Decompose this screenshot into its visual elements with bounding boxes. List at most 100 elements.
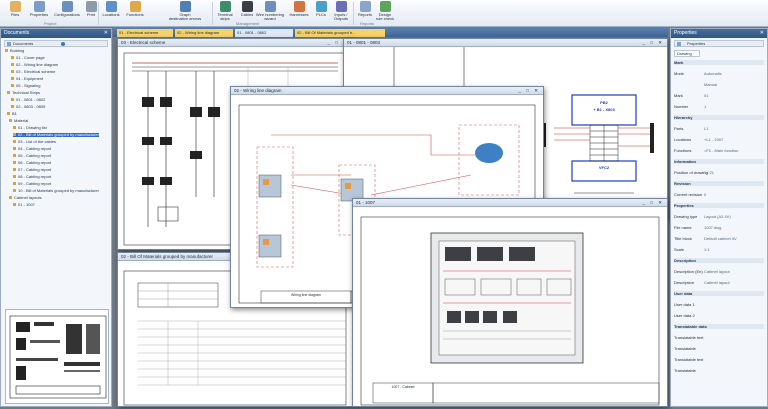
- property-row[interactable]: Drawing type Layout (A3 4V): [674, 214, 764, 219]
- design-rule-check-button[interactable]: Design rule check: [372, 1, 398, 21]
- property-value: 0: [704, 192, 707, 197]
- tab-wiring-line-diagram[interactable]: 02 - Wiring line diagram: [175, 29, 233, 37]
- property-row[interactable]: User data 1: [674, 302, 764, 307]
- window-controls[interactable]: _ □ ✕: [519, 87, 541, 94]
- property-row[interactable]: Functions =F1 - Main function: [674, 148, 764, 153]
- tree-item[interactable]: 02 - Bill of Materials grouped by manufa…: [13, 133, 99, 137]
- property-row[interactable]: Mark: [674, 60, 764, 65]
- check-icon: [379, 1, 391, 12]
- property-row[interactable]: Mode Automatic: [674, 71, 764, 76]
- property-row[interactable]: Title block Default cabinet 4V: [674, 236, 764, 241]
- home-icon[interactable]: [61, 42, 65, 46]
- cabinet-layout-window[interactable]: 01 - 1007 _ □ ✕ 1007 - Cabinet: [352, 198, 668, 407]
- property-row[interactable]: Translatable text: [674, 357, 764, 362]
- tree-item[interactable]: 02 - Wiring line diagram: [11, 63, 58, 67]
- property-row[interactable]: Position of drawing1 / 21: [674, 170, 764, 175]
- property-row[interactable]: Scale 1:1: [674, 247, 764, 252]
- inputs-outputs-button[interactable]: Inputs / Outputs: [328, 1, 354, 21]
- tree-item[interactable]: 08 - Cabling report: [13, 175, 51, 179]
- tree-item[interactable]: 01 - 1007: [13, 203, 35, 207]
- tree-item[interactable]: Technical Strips: [7, 91, 40, 95]
- tree-item[interactable]: 01 - 0801 - 0802: [11, 98, 45, 102]
- property-row[interactable]: Manual: [674, 82, 764, 87]
- property-key: Revision: [674, 181, 691, 186]
- locations-button[interactable]: Locations: [98, 1, 124, 17]
- tree-item[interactable]: 01 - Cover page: [11, 56, 45, 60]
- functions-button[interactable]: Functions: [122, 1, 148, 17]
- property-key: Translatable: [674, 368, 696, 373]
- properties-grid: Mark Mode Automatic Manual Mark 01 Number 1 Hier…: [671, 60, 767, 400]
- tab-terminal-strip[interactable]: 01 - 0801 - 0802: [235, 29, 293, 37]
- properties-icon: [33, 1, 45, 12]
- property-row[interactable]: Mark 01: [674, 93, 764, 98]
- property-row[interactable]: Translatable data: [674, 324, 764, 329]
- configurations-button[interactable]: Configurations: [54, 1, 80, 17]
- terminal-strip-icon: [219, 1, 231, 12]
- property-key: User data 1: [674, 302, 695, 307]
- tab-drawing[interactable]: Drawing: [674, 50, 700, 57]
- property-row[interactable]: Properties: [674, 203, 764, 208]
- property-row[interactable]: Locations +L1 - 1007: [674, 137, 764, 142]
- property-value: L1: [704, 126, 709, 131]
- property-key: User data: [674, 291, 693, 296]
- tab-bill-of-materials[interactable]: 02 - Bill Of Materials grouped b...: [295, 29, 385, 37]
- tree-item[interactable]: 07 - Cabling report: [13, 168, 51, 172]
- property-row[interactable]: Parts L1: [674, 126, 764, 131]
- property-row[interactable]: Information: [674, 159, 764, 164]
- property-row[interactable]: Translatable: [674, 368, 764, 373]
- close-icon[interactable]: ✕: [104, 29, 108, 38]
- documents-panel: Documents ✕ Documents Building 01 - Cover …: [0, 28, 112, 407]
- window-controls[interactable]: _ □ ✕: [643, 39, 665, 46]
- property-key: Properties: [674, 203, 694, 208]
- properties-panel: Properties ✕ Properties Drawing Mark Mode A…: [670, 28, 768, 407]
- property-row[interactable]: Revision: [674, 181, 764, 186]
- property-row[interactable]: User data: [674, 291, 764, 296]
- property-row[interactable]: Description (En)Cabinet layout: [674, 269, 764, 274]
- wire-numbering-wizard-button[interactable]: Wire numbering wizard: [252, 1, 288, 21]
- back-icon[interactable]: [7, 42, 11, 46]
- tree-item[interactable]: 05 - Signaling: [11, 84, 40, 88]
- document-tab-bar: 01 - Electrical scheme 02 - Wiring line …: [113, 28, 668, 37]
- property-key: File name: [674, 225, 692, 230]
- tree-item[interactable]: Material: [9, 119, 28, 123]
- tree-item[interactable]: 06 - Cabling report: [13, 161, 51, 165]
- property-key: User data 2: [674, 313, 695, 318]
- property-row[interactable]: Number 1: [674, 104, 764, 109]
- tree-item[interactable]: Building: [5, 49, 24, 53]
- sort-icon[interactable]: [677, 42, 681, 46]
- property-key: Hierarchy: [674, 115, 693, 120]
- graph-destination-arrows-button[interactable]: Graph destination arrows: [165, 1, 205, 21]
- property-row[interactable]: Translatable text: [674, 335, 764, 340]
- tree-item[interactable]: 03 - List of the cables: [13, 140, 56, 144]
- property-value: Manual: [704, 82, 718, 87]
- tree-item[interactable]: 03 - Electrical scheme: [11, 70, 55, 74]
- cable-icon: [241, 1, 253, 12]
- tree-item[interactable]: 05 - Cabling report: [13, 154, 51, 158]
- property-key: Functions: [674, 148, 692, 153]
- tree-item[interactable]: 04 - Cabling report: [13, 147, 51, 151]
- window-title: 02 - Wiring line diagram _ □ ✕: [231, 87, 543, 95]
- property-row[interactable]: Description Cabinet layout: [674, 280, 764, 285]
- properties-button[interactable]: Properties: [26, 1, 52, 17]
- property-row[interactable]: File name 1007.dwg: [674, 225, 764, 230]
- property-row[interactable]: Hierarchy: [674, 115, 764, 120]
- title-block-text: Wiring line diagram: [291, 293, 321, 297]
- tree-item[interactable]: 10 - Bill of Materials grouped by manufa…: [13, 189, 99, 193]
- close-icon[interactable]: ✕: [760, 29, 764, 38]
- property-row[interactable]: Current revision 0: [674, 192, 764, 197]
- tree-item[interactable]: Cabinet layouts: [9, 196, 42, 200]
- tree-item[interactable]: 04 - Equipment: [11, 77, 43, 81]
- ribbon-group-reports: Reports: [360, 21, 375, 26]
- window-controls[interactable]: _ □ ✕: [643, 199, 665, 206]
- tab-electrical-scheme[interactable]: 01 - Electrical scheme: [117, 29, 173, 37]
- property-key: Translatable data: [674, 324, 707, 329]
- tree-item[interactable]: 01 - Drawing list: [13, 126, 47, 130]
- tree-item[interactable]: 02 - 0803 - 0805: [11, 105, 45, 109]
- tree-item[interactable]: B1: [7, 112, 17, 116]
- property-row[interactable]: Description: [674, 258, 764, 263]
- property-row[interactable]: User data 2: [674, 313, 764, 318]
- tree-item[interactable]: 09 - Cabling report: [13, 182, 51, 186]
- property-key: Position of drawing: [674, 170, 708, 175]
- property-row[interactable]: Translatable: [674, 346, 764, 351]
- files-button[interactable]: Files: [2, 1, 28, 17]
